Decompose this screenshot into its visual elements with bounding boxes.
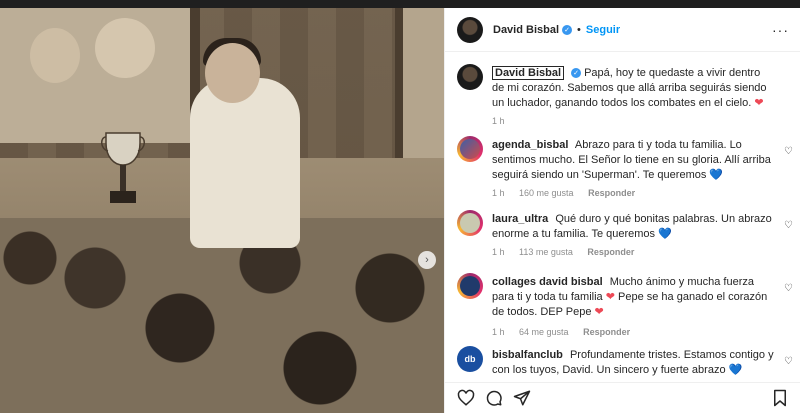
- avatar[interactable]: [457, 136, 483, 162]
- comment-time: 1 h: [492, 116, 505, 126]
- avatar[interactable]: [457, 64, 483, 90]
- comment-icon[interactable]: [485, 389, 503, 407]
- comment-time: 1 h: [492, 247, 505, 257]
- comment-username[interactable]: bisbalfanclub: [492, 349, 563, 361]
- comment-likes[interactable]: 160 me gusta: [519, 188, 574, 198]
- comment-item: laura_ultra Qué duro y qué bonitas palab…: [457, 210, 793, 264]
- caption-text: David Bisbal ✓ Papá, hoy te quedaste a vi…: [492, 66, 774, 111]
- comment-username[interactable]: agenda_bisbal: [492, 139, 568, 151]
- photo-face: [30, 28, 80, 83]
- comment-body: laura_ultra Qué duro y qué bonitas palab…: [492, 212, 774, 242]
- photo-window-right: [395, 8, 444, 158]
- avatar[interactable]: [457, 16, 483, 43]
- verified-icon: ✓: [562, 24, 573, 35]
- comment-item: agenda_bisbal Abrazo para ti y toda tu f…: [457, 136, 793, 204]
- photo-window-left: [0, 8, 200, 143]
- comment-time: 1 h: [492, 188, 505, 198]
- comment-body: bisbalfanclub Profundamente tristes. Est…: [492, 348, 774, 378]
- comment-meta: 1 h 113 me gusta Responder: [492, 247, 646, 257]
- more-options-icon[interactable]: ···: [772, 22, 789, 38]
- comment-time: 1 h: [492, 327, 505, 337]
- like-comment-heart-icon[interactable]: ♡: [784, 356, 793, 367]
- comment-meta: 1 h 64 me gusta Responder: [492, 327, 642, 337]
- avatar[interactable]: [457, 273, 483, 299]
- comments-list[interactable]: David Bisbal ✓ Papá, hoy te quedaste a vi…: [445, 60, 800, 382]
- save-bookmark-icon[interactable]: [771, 389, 789, 407]
- next-photo-button[interactable]: ›: [418, 251, 436, 269]
- comment-username[interactable]: collages david bisbal: [492, 276, 603, 288]
- post-action-bar: [445, 382, 800, 413]
- like-comment-heart-icon[interactable]: ♡: [784, 220, 793, 231]
- caption: David Bisbal ✓ Papá, hoy te quedaste a vi…: [457, 64, 793, 130]
- post-header: David Bisbal ✓ • Seguir ···: [445, 8, 800, 52]
- header-separator: •: [577, 23, 581, 36]
- blue-heart-emoji: 💙: [658, 228, 672, 240]
- photo-man: [190, 78, 300, 248]
- red-heart-emoji: ❤: [594, 306, 604, 318]
- post-photo[interactable]: ›: [0, 8, 444, 413]
- comment-body: agenda_bisbal Abrazo para ti y toda tu f…: [492, 138, 774, 183]
- reply-button[interactable]: Responder: [587, 247, 634, 257]
- comment-meta: 1 h: [492, 116, 517, 126]
- comment-item: db bisbalfanclub Profundamente tristes. …: [457, 346, 793, 382]
- red-heart-emoji: ❤: [605, 291, 615, 303]
- red-heart-emoji: ❤: [754, 97, 764, 109]
- like-comment-heart-icon[interactable]: ♡: [784, 146, 793, 157]
- chevron-right-icon: ›: [425, 254, 429, 266]
- post-side-panel: David Bisbal ✓ • Seguir ··· David Bisbal…: [444, 8, 800, 413]
- avatar[interactable]: db: [457, 346, 483, 372]
- reply-button[interactable]: Responder: [583, 327, 630, 337]
- like-heart-icon[interactable]: [457, 389, 475, 407]
- comment-username[interactable]: laura_ultra: [492, 213, 548, 225]
- follow-button[interactable]: Seguir: [586, 24, 620, 36]
- comment-likes[interactable]: 64 me gusta: [519, 327, 569, 337]
- comment-item: collages david bisbal Mucho ánimo y much…: [457, 273, 793, 341]
- comment-likes[interactable]: 113 me gusta: [519, 247, 573, 257]
- blue-heart-emoji: 💙: [728, 364, 743, 376]
- avatar[interactable]: [457, 210, 483, 236]
- blue-heart-emoji: 💙: [709, 169, 724, 181]
- like-comment-heart-icon[interactable]: ♡: [784, 283, 793, 294]
- top-bar: [0, 0, 800, 8]
- comment-username[interactable]: David Bisbal: [492, 66, 565, 80]
- photo-face: [95, 18, 155, 78]
- header-username[interactable]: David Bisbal: [493, 24, 559, 36]
- verified-icon: ✓: [571, 68, 582, 79]
- reply-button[interactable]: Responder: [588, 188, 635, 198]
- comment-meta: 1 h 160 me gusta Responder: [492, 188, 647, 198]
- photo-head: [205, 43, 260, 103]
- share-icon[interactable]: [513, 389, 531, 407]
- comment-body: collages david bisbal Mucho ánimo y much…: [492, 275, 774, 320]
- trophy-image: [101, 132, 145, 203]
